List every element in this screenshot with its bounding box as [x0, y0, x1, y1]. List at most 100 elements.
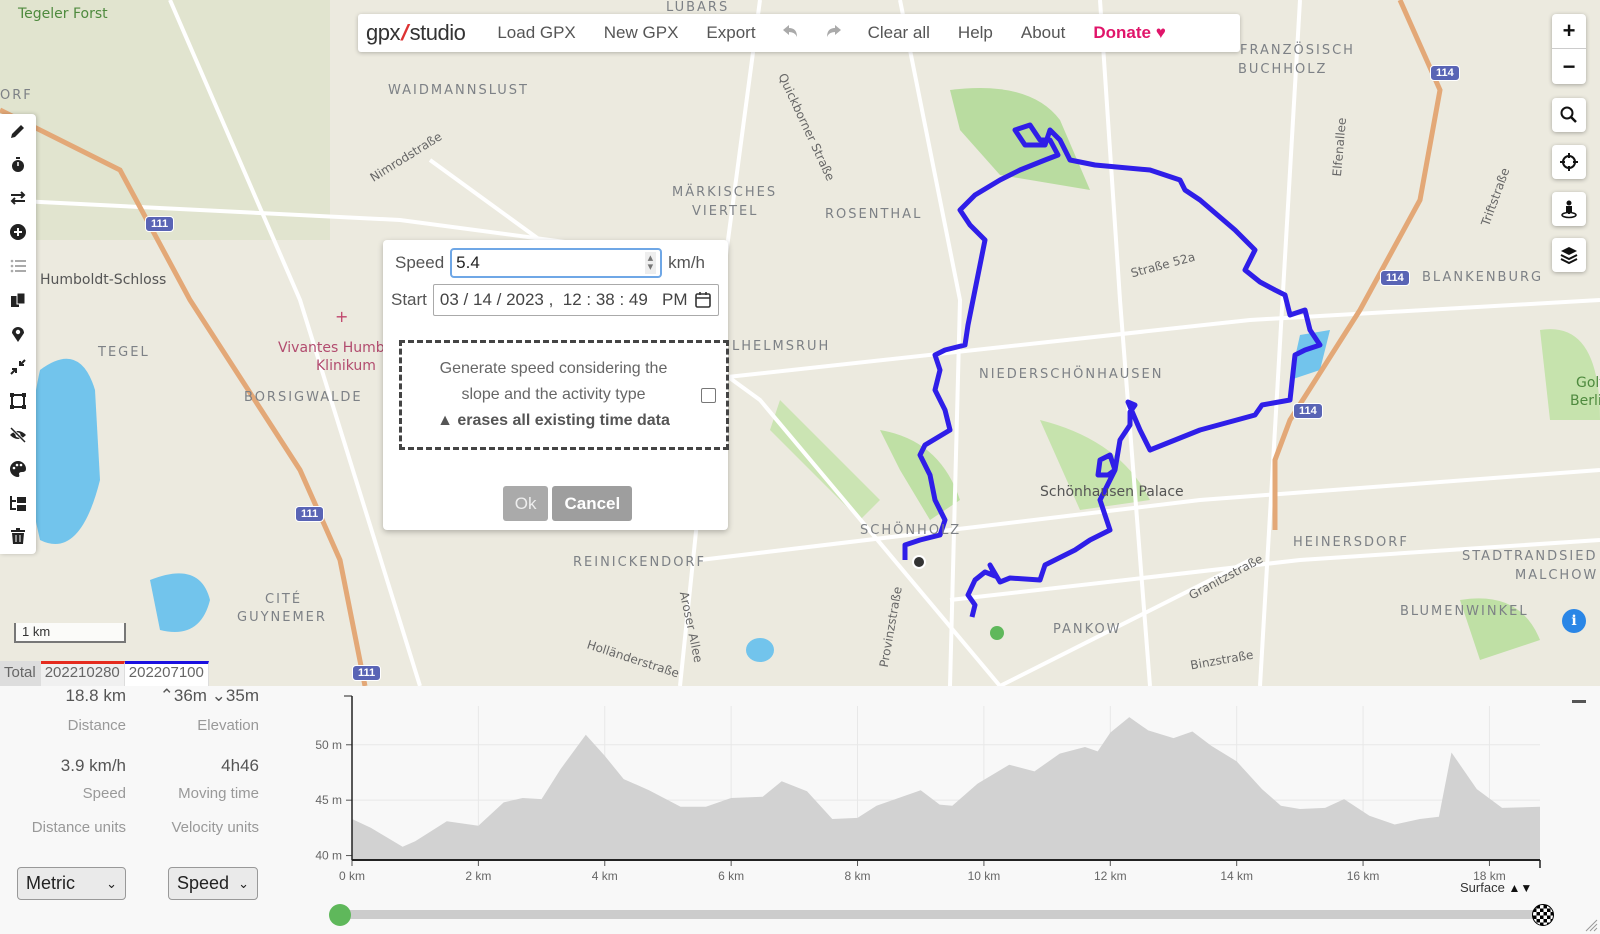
street-view-button[interactable] [1552, 192, 1586, 226]
collapse-panel-button[interactable] [1572, 700, 1586, 703]
eye-slash-icon [9, 427, 27, 444]
structure-tool-button[interactable] [0, 486, 36, 520]
search-button[interactable] [1552, 98, 1586, 132]
layers-button[interactable] [1552, 238, 1586, 272]
speed-spinner[interactable]: ▴ ▾ [644, 252, 657, 274]
zoom-out-button[interactable]: − [1552, 49, 1586, 84]
logo-text-studio: studio [409, 20, 466, 45]
heart-icon: ♥ [1155, 23, 1166, 42]
motorway-shield: 111 [352, 665, 382, 681]
surface-label: Surface [1460, 880, 1505, 895]
delete-tool-button[interactable] [0, 520, 36, 554]
chevron-down-icon: ⌄ [238, 875, 249, 891]
elevation-label: Elevation [197, 717, 259, 734]
resize-handle-icon[interactable] [1584, 918, 1598, 932]
time-tool-button[interactable] [0, 148, 36, 182]
load-gpx-button[interactable]: Load GPX [497, 23, 575, 43]
clear-all-button[interactable]: Clear all [868, 23, 930, 43]
list-tool-button[interactable] [0, 249, 36, 283]
export-button[interactable]: Export [706, 23, 755, 43]
lake-tegel [30, 358, 100, 544]
elevation-up: 36m [173, 686, 207, 705]
moving-time-label: Moving time [178, 785, 259, 802]
map-canvas[interactable]: Tegeler Forst ORF LÜBARS WAIDMANNSLUST N… [0, 0, 1600, 686]
add-tool-button[interactable] [0, 215, 36, 249]
map-label: NIEDERSCHÖNHAUSEN [979, 367, 1164, 382]
generate-speed-checkbox[interactable] [701, 387, 716, 403]
generate-speed-option: Generate speed considering the slope and… [399, 340, 729, 450]
reduce-tool-button[interactable] [0, 351, 36, 385]
palette-icon [10, 460, 26, 477]
trash-icon [11, 528, 25, 545]
distance-label: Distance [67, 717, 126, 734]
map-label: Golf [1576, 375, 1600, 391]
waypoint-tool-button[interactable] [0, 317, 36, 351]
elevation-down: 35m [225, 686, 259, 705]
redo-icon[interactable] [824, 23, 842, 44]
donate-button[interactable]: Donate ♥ [1093, 23, 1165, 43]
range-slider-start-handle[interactable] [329, 904, 351, 926]
zoom-control: + − [1552, 14, 1586, 84]
map-label: LÜBARS [666, 0, 730, 15]
crop-square-icon [10, 393, 26, 410]
motorway-a114 [1272, 0, 1443, 530]
warning-icon: ▲ [437, 412, 458, 429]
logo-text-gpx: gpx [366, 20, 400, 45]
about-button[interactable]: About [1021, 23, 1065, 43]
hide-tool-button[interactable] [0, 418, 36, 452]
map-scale: 1 km [14, 623, 126, 643]
map-label: SCHÖNHOLZ [860, 523, 962, 538]
help-button[interactable]: Help [958, 23, 993, 43]
map-label: HEINERSDORF [1293, 535, 1409, 550]
map-label: VIERTEL [692, 204, 759, 219]
zoom-in-button[interactable]: + [1552, 14, 1586, 49]
map-label: CITÉ [265, 592, 303, 607]
track-start-marker [990, 626, 1004, 640]
triangle-up-icon[interactable]: ▲ [1508, 881, 1520, 895]
locate-button[interactable] [1552, 145, 1586, 179]
map-label: Tegeler Forst [18, 6, 108, 22]
tab-trace-1[interactable]: 202210280 [40, 661, 125, 686]
motorway-shield: 114 [1430, 65, 1460, 81]
cancel-button[interactable]: Cancel [552, 486, 633, 521]
app-logo: gpx / studio [366, 20, 466, 46]
copy-icon [11, 292, 26, 307]
map-label: Schönhausen Palace [1040, 484, 1184, 500]
distance-units-label: Distance units [31, 819, 126, 836]
surface-selector[interactable]: Surface ▲▼ [1460, 880, 1532, 895]
range-slider-track[interactable] [340, 910, 1540, 919]
map-label: FRANZÖSISCH [1240, 43, 1355, 58]
top-menu-bar: gpx / studio Load GPX New GPX Export Cle… [358, 14, 1240, 52]
distance-units-select[interactable]: Metric ⌄ [17, 867, 126, 900]
duplicate-tool-button[interactable] [0, 283, 36, 317]
person-pin-icon [1561, 200, 1577, 219]
elevation-down-icon: ⌄ [211, 686, 226, 705]
reverse-tool-button[interactable] [0, 182, 36, 216]
map-label: ROSENTHAL [825, 207, 923, 222]
ok-button[interactable]: Ok [502, 486, 549, 521]
map-label: LHELMSRUH [732, 339, 831, 354]
edit-tool-button[interactable] [0, 114, 36, 148]
speed-input[interactable]: 5.4 ▴ ▾ [450, 248, 663, 278]
velocity-units-select[interactable]: Speed ⌄ [168, 867, 258, 900]
crop-tool-button[interactable] [0, 384, 36, 418]
triangle-down-icon[interactable]: ▼ [1520, 881, 1532, 895]
velocity-units-label: Velocity units [171, 819, 259, 836]
range-slider-end-handle[interactable] [1532, 904, 1554, 926]
start-datetime-input[interactable]: 03 / 14 / 2023 , 12 : 38 : 49 PM [432, 284, 719, 316]
undo-icon[interactable] [782, 23, 800, 44]
stopwatch-icon [12, 156, 24, 172]
calendar-icon[interactable] [694, 291, 712, 309]
list-icon [10, 259, 26, 273]
left-toolbar [0, 114, 36, 554]
tab-total[interactable]: Total [0, 661, 41, 686]
search-icon [1560, 106, 1577, 123]
start-label: Start [391, 290, 427, 309]
distance-units-value: Metric [26, 873, 75, 893]
attribution-info-button[interactable]: i [1562, 609, 1586, 633]
style-tool-button[interactable] [0, 452, 36, 486]
map-label: TEGEL [98, 345, 150, 360]
new-gpx-button[interactable]: New GPX [604, 23, 679, 43]
distance-value: 18.8 km [65, 686, 126, 705]
tab-trace-2[interactable]: 202207100 [124, 661, 209, 686]
